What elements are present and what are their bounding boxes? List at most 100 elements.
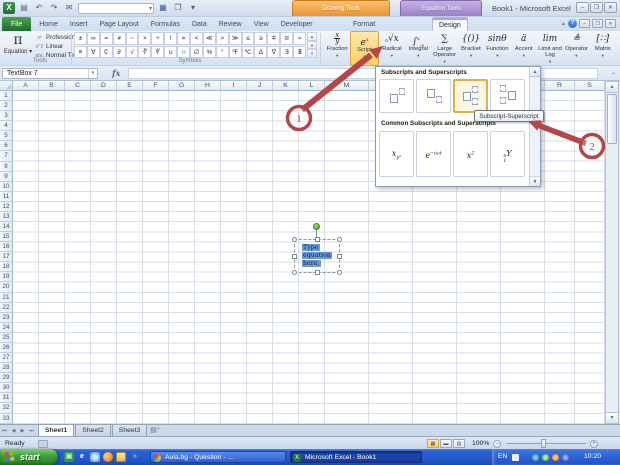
zoom-level[interactable]: 100% [472, 440, 489, 447]
symbol-button[interactable]: ∛ [138, 45, 152, 58]
row-header-21[interactable]: 21 [0, 292, 13, 303]
taskbar-button-browser[interactable]: Aula.bg - Question - ... [150, 451, 286, 463]
help-icon[interactable]: ? [568, 19, 577, 28]
row-header-27[interactable]: 27 [0, 353, 13, 364]
row-header-4[interactable]: 4 [0, 121, 13, 132]
firefox-icon[interactable] [103, 452, 113, 462]
row-header-24[interactable]: 24 [0, 322, 13, 333]
symbol-button[interactable]: ° [215, 45, 229, 58]
page-layout-view-button[interactable]: ▬ [440, 439, 452, 448]
symbol-button[interactable]: ∂ [112, 45, 126, 58]
resize-handle[interactable] [315, 270, 320, 275]
row-header-15[interactable]: 15 [0, 232, 13, 243]
row-header-23[interactable]: 23 [0, 312, 13, 323]
column-header-J[interactable]: J [247, 81, 273, 91]
symbol-button[interactable]: ~ [125, 32, 139, 45]
column-header-R[interactable]: R [545, 81, 575, 91]
page-break-view-button[interactable]: ▥ [453, 439, 465, 448]
undo-icon[interactable]: ↶ [33, 2, 45, 14]
resize-handle[interactable] [337, 237, 342, 242]
vertical-scrollbar[interactable]: ▲ ▼ [605, 81, 619, 424]
tab-formulas[interactable]: Formulas [145, 17, 186, 31]
qat-more-icon[interactable]: ▾ [187, 2, 199, 14]
symbol-button[interactable]: ∝ [177, 32, 191, 45]
row-header-33[interactable]: 33 [0, 413, 13, 424]
symbol-button[interactable]: ∅ [190, 45, 203, 58]
structure-operator[interactable]: ≜ Operator ▼ [563, 31, 589, 66]
scroll-down-icon[interactable]: ▼ [606, 412, 618, 423]
column-header-S[interactable]: S [575, 81, 605, 91]
row-header-20[interactable]: 20 [0, 282, 13, 293]
symbol-button[interactable]: ∩ [177, 45, 191, 58]
internet-explorer-icon[interactable]: e [77, 452, 87, 462]
column-header-C[interactable]: C [65, 81, 91, 91]
resize-handle[interactable] [292, 270, 297, 275]
column-header-I[interactable]: I [221, 81, 247, 91]
zoom-slider-track[interactable] [506, 443, 586, 444]
common-script-tile[interactable]: n1Y [490, 131, 525, 177]
close-button[interactable]: ✕ [604, 2, 617, 13]
row-header-14[interactable]: 14 [0, 222, 13, 233]
column-header-K[interactable]: K [273, 81, 299, 91]
row-header-10[interactable]: 10 [0, 181, 13, 192]
row-header-9[interactable]: 9 [0, 171, 13, 182]
name-box-dropdown-icon[interactable]: ▾ [88, 69, 97, 78]
symbol-button[interactable]: ∁ [99, 45, 113, 58]
workbook-restore-button[interactable]: ❐ [592, 19, 603, 28]
symbol-button[interactable]: ÷ [151, 32, 165, 45]
restore-button[interactable]: ❐ [590, 2, 603, 13]
column-header-F[interactable]: F [143, 81, 169, 91]
tab-design[interactable]: Design [432, 17, 468, 31]
common-script-tile[interactable]: e−iωt [416, 131, 451, 177]
structure-accent[interactable]: ä Accent ▼ [511, 31, 537, 66]
browser-icon[interactable] [90, 452, 100, 462]
column-header-M[interactable]: M [325, 81, 369, 91]
resize-handle[interactable] [337, 254, 342, 259]
menu-scroll-up-icon[interactable]: ▲ [530, 67, 540, 77]
row-header-16[interactable]: 16 [0, 242, 13, 253]
quicklaunch-more-icon[interactable]: » [130, 452, 140, 462]
zoom-in-button[interactable]: + [590, 439, 598, 448]
email-icon[interactable]: ✉ [63, 2, 75, 14]
window-icon[interactable]: ❐ [172, 2, 184, 14]
taskbar-button-excel[interactable]: X Microsoft Excel - Book1 [290, 451, 422, 463]
symbol-button[interactable]: ≫ [228, 32, 242, 45]
symbol-button[interactable]: ∃ [280, 45, 294, 58]
symbol-button[interactable]: = [99, 32, 113, 45]
structure-fraction[interactable]: x y Fraction ▼ [324, 31, 350, 66]
expand-formula-bar-icon[interactable]: ⌄ [611, 69, 616, 76]
symbol-button[interactable]: ! [164, 32, 178, 45]
scroll-up-icon[interactable]: ▲ [606, 82, 618, 93]
workbook-close-button[interactable]: ✕ [605, 19, 616, 28]
redo-icon[interactable]: ↷ [48, 2, 60, 14]
symbol-button[interactable]: ∪ [164, 45, 178, 58]
vertical-scroll-thumb[interactable] [607, 94, 617, 144]
symbols-scroll-up-icon[interactable]: ▲ [307, 32, 317, 41]
row-header-28[interactable]: 28 [0, 363, 13, 374]
symbol-button[interactable]: ∓ [267, 32, 281, 45]
row-header-22[interactable]: 22 [0, 302, 13, 313]
structure-limit-and-log[interactable]: lim Limit and Log ▼ [537, 31, 563, 66]
tab-view[interactable]: View [248, 17, 275, 31]
column-header-G[interactable]: G [169, 81, 195, 91]
tab-data[interactable]: Data [186, 17, 213, 31]
row-header-3[interactable]: 3 [0, 111, 13, 122]
row-header-6[interactable]: 6 [0, 141, 13, 152]
tab-developer[interactable]: Developer [275, 17, 319, 31]
zoom-slider-thumb[interactable] [541, 439, 546, 448]
symbol-button[interactable]: ≥ [254, 32, 268, 45]
row-header-31[interactable]: 31 [0, 393, 13, 404]
row-header-7[interactable]: 7 [0, 151, 13, 162]
zoom-out-button[interactable]: − [493, 439, 501, 448]
symbols-scroll-down-icon[interactable]: ▼ [307, 40, 317, 50]
structure-large-operator[interactable]: ∑ Large Operator ▼ [431, 31, 457, 66]
keyboard-icon[interactable] [512, 453, 519, 461]
menu-scrollbar[interactable]: ▲ ▼ [529, 67, 540, 186]
collapse-ribbon-icon[interactable]: ▲ [561, 21, 566, 27]
row-header-12[interactable]: 12 [0, 201, 13, 212]
structure-radical[interactable]: n √x Radical ▼ [379, 31, 405, 66]
row-header-19[interactable]: 19 [0, 272, 13, 283]
symbol-button[interactable]: ≤ [241, 32, 255, 45]
start-button[interactable]: start [0, 449, 58, 465]
save-icon[interactable]: ▤ [18, 2, 30, 14]
